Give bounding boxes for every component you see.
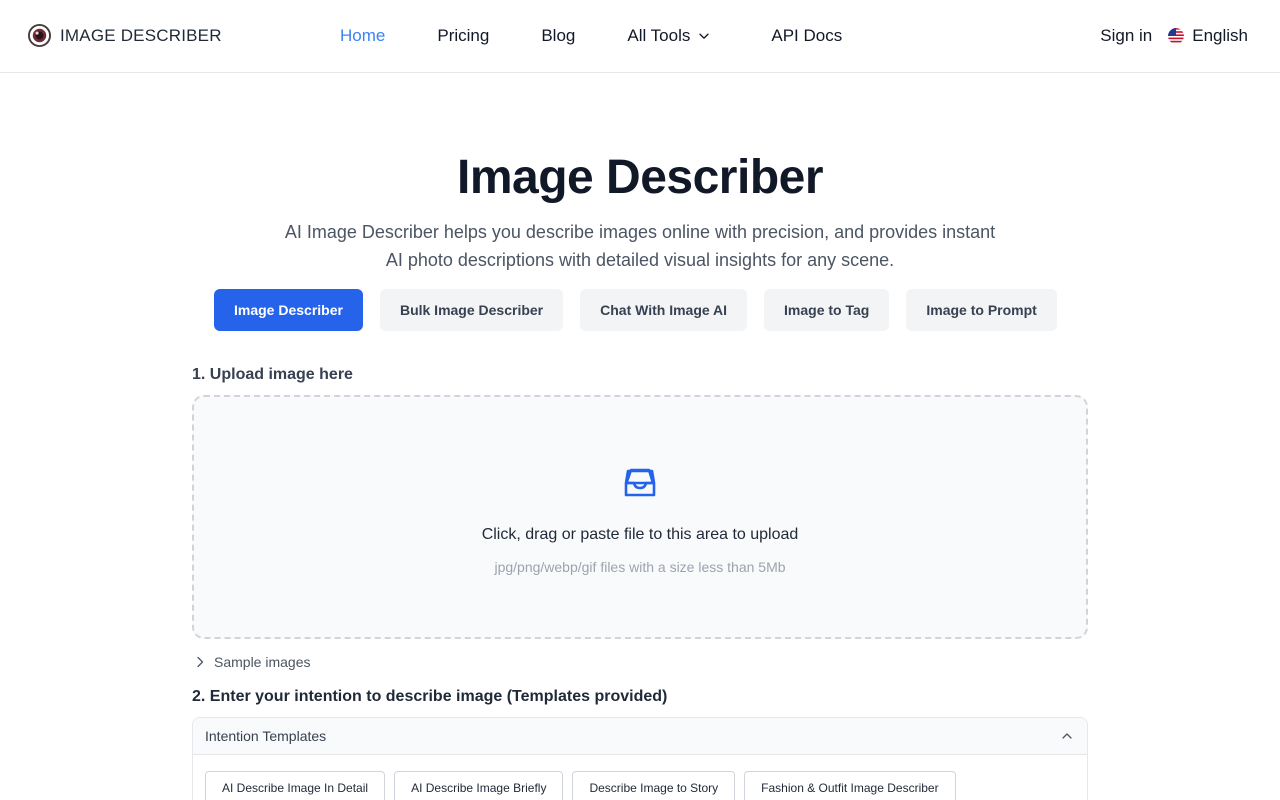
site-header: IMAGE DESCRIBER Home Pricing Blog All To…: [0, 0, 1280, 73]
chevron-up-icon: [1062, 733, 1072, 739]
header-actions: Sign in English: [1100, 26, 1248, 46]
sample-images-label: Sample images: [214, 654, 311, 670]
language-label: English: [1192, 26, 1248, 45]
upload-file-hint: jpg/png/webp/gif files with a size less …: [494, 559, 786, 575]
intention-templates-header[interactable]: Intention Templates: [193, 718, 1087, 755]
language-selector[interactable]: English: [1168, 26, 1248, 46]
main-nav: Home Pricing Blog All Tools API Docs: [340, 26, 842, 46]
chevron-down-icon: [699, 33, 709, 39]
intention-templates-title: Intention Templates: [205, 728, 327, 744]
chevron-right-icon: [197, 656, 204, 668]
us-flag-icon: [1168, 28, 1185, 44]
page-title: Image Describer: [456, 151, 824, 204]
sign-in-link[interactable]: Sign in: [1100, 26, 1152, 46]
logo-text: IMAGE DESCRIBER: [60, 25, 222, 45]
upload-step-label: 1. Upload image here: [192, 366, 353, 383]
template-chip[interactable]: AI Describe Image Briefly: [394, 771, 564, 800]
page-subtitle: AI Image Describer helps you describe im…: [240, 218, 1040, 274]
template-chip[interactable]: Fashion & Outfit Image Describer: [744, 771, 956, 800]
tab-image-to-tag[interactable]: Image to Tag: [764, 289, 890, 331]
sample-images-toggle[interactable]: Sample images: [194, 654, 311, 670]
tab-image-to-prompt[interactable]: Image to Prompt: [906, 289, 1057, 331]
subtitle-line-1: AI Image Describer helps you describe im…: [284, 222, 996, 242]
nav-all-tools[interactable]: All Tools: [627, 26, 711, 46]
subtitle-line-2: AI photo descriptions with detailed visu…: [385, 250, 895, 270]
nav-blog[interactable]: Blog: [541, 26, 575, 46]
nav-home[interactable]: Home: [340, 26, 385, 46]
tab-bulk-image-describer[interactable]: Bulk Image Describer: [379, 289, 564, 331]
nav-api-docs[interactable]: API Docs: [771, 26, 842, 46]
logo[interactable]: IMAGE DESCRIBER: [28, 24, 222, 47]
intention-template-list: AI Describe Image In Detail AI Describe …: [205, 771, 956, 800]
eye-logo-icon: [28, 24, 51, 47]
upload-dropzone[interactable]: Click, drag or paste file to this area t…: [192, 395, 1088, 639]
inbox-icon: [624, 468, 656, 497]
tab-image-describer[interactable]: Image Describer: [214, 289, 363, 331]
template-chip[interactable]: Describe Image to Story: [572, 771, 736, 800]
upload-instructions: Click, drag or paste file to this area t…: [481, 526, 799, 543]
intention-step-label: 2. Enter your intention to describe imag…: [192, 688, 668, 705]
nav-pricing[interactable]: Pricing: [437, 26, 489, 46]
nav-all-tools-label: All Tools: [627, 26, 691, 45]
intention-templates-panel: Intention Templates AI Describe Image In…: [192, 717, 1088, 800]
template-chip[interactable]: AI Describe Image In Detail: [205, 771, 386, 800]
tool-tabs: Image Describer Bulk Image Describer Cha…: [214, 289, 1057, 331]
tab-chat-with-image-ai[interactable]: Chat With Image AI: [580, 289, 748, 331]
